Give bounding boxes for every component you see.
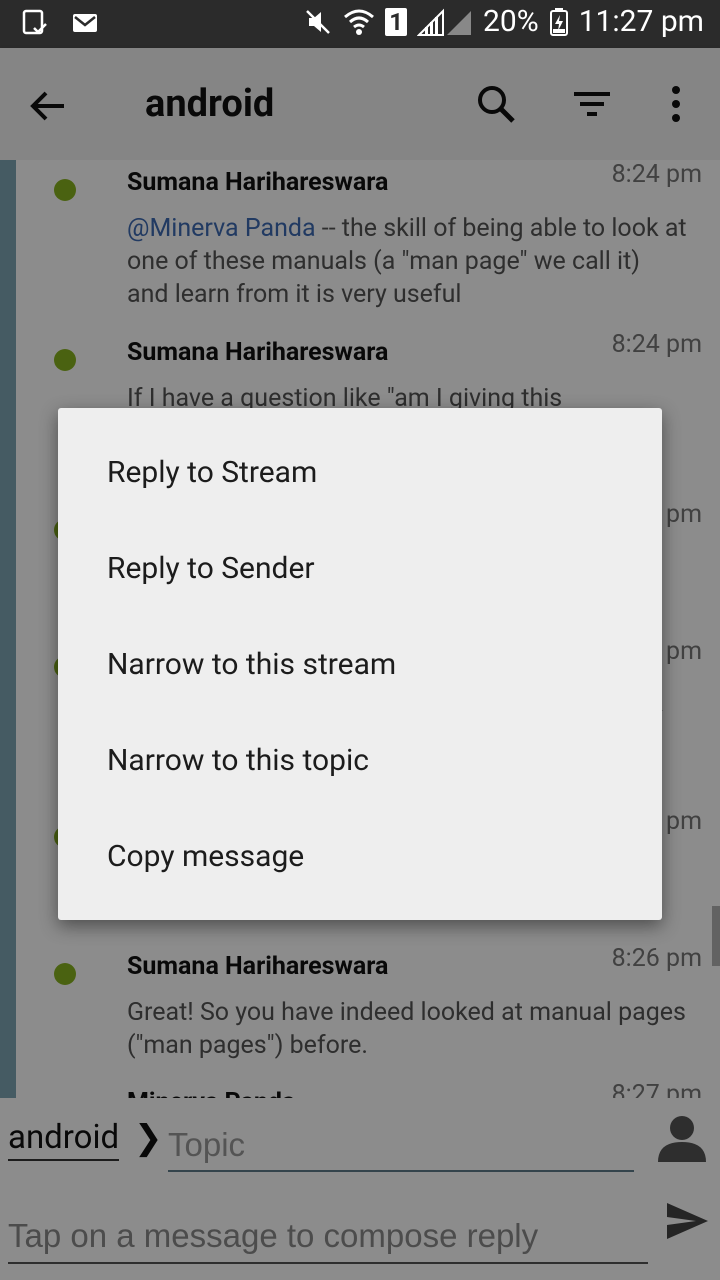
mute-icon [303, 7, 333, 37]
battery-percent: 20% [482, 4, 539, 39]
menu-item-copy-message[interactable]: Copy message [58, 809, 662, 905]
app-root: 1 20% 11:27 pm android Sumana Hariharesw… [0, 0, 720, 1280]
menu-item-narrow-to-topic[interactable]: Narrow to this topic [58, 713, 662, 809]
sim-indicator: 1 [385, 7, 407, 36]
wifi-icon [343, 7, 375, 37]
menu-item-narrow-to-stream[interactable]: Narrow to this stream [58, 617, 662, 713]
message-context-menu: Reply to Stream Reply to Sender Narrow t… [58, 408, 662, 920]
scrollbar-thumb[interactable] [712, 906, 720, 966]
clock: 11:27 pm [578, 4, 704, 39]
gmail-notification-icon [70, 8, 100, 38]
status-bar: 1 20% 11:27 pm [0, 0, 720, 48]
menu-item-reply-to-sender[interactable]: Reply to Sender [58, 521, 662, 617]
battery-charging-icon [549, 7, 569, 37]
cell-signal-icon [416, 7, 473, 37]
screenshot-notification-icon [20, 8, 50, 38]
menu-item-reply-to-stream[interactable]: Reply to Stream [58, 425, 662, 521]
